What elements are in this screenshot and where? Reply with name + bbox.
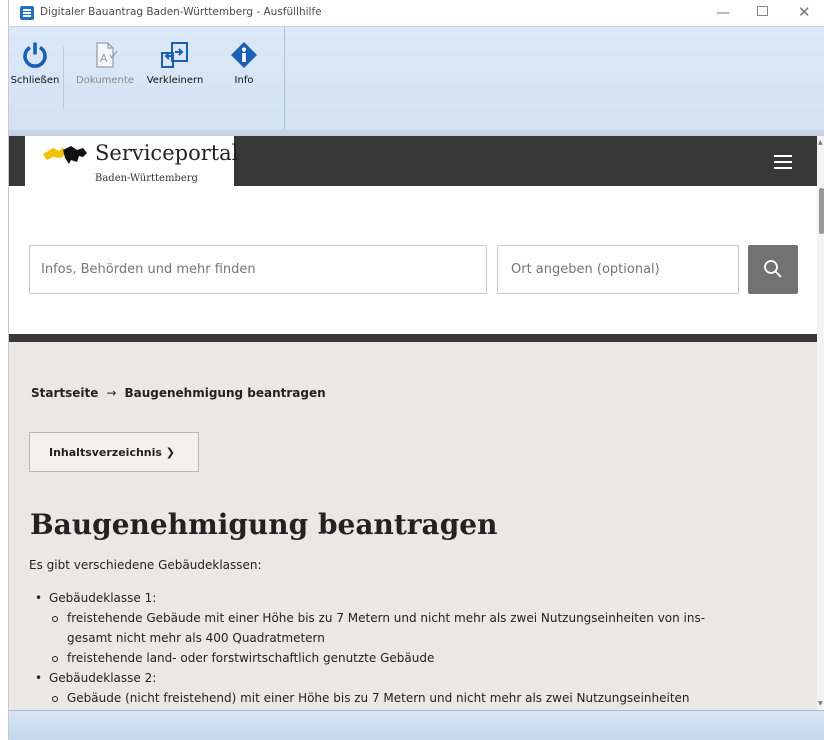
search-input[interactable] [29, 245, 487, 294]
close-button[interactable]: Schließen [11, 41, 59, 86]
page-title: Baugenehmigung beantragen [30, 508, 498, 541]
breadcrumb-current: Baugenehmigung beantragen [124, 386, 326, 400]
shrink-button-label: Verkleinern [146, 75, 204, 86]
document-check-icon: A [96, 42, 118, 68]
breadcrumb-home-link[interactable]: Startseite [31, 386, 98, 400]
info-icon [231, 42, 257, 68]
close-window-button[interactable]: ✕ [798, 3, 811, 21]
list-item: Gebäude (nicht freistehend) mit einer Hö… [29, 688, 809, 708]
list-item-text: freistehende Gebäude mit einer Höhe bis … [67, 611, 706, 625]
list-item-text: gesamt nicht mehr als 400 Quadratmetern [67, 631, 325, 645]
list-item: Gebäudeklasse 2: [29, 668, 809, 688]
table-of-contents-button[interactable]: Inhaltsverzeichnis ❯ [29, 432, 199, 472]
close-button-label: Schließen [10, 75, 60, 86]
documents-button-label: Dokumente [76, 75, 134, 86]
scroll-down-icon[interactable]: ▼ [818, 700, 823, 707]
toolbar-ribbon: Schließen A Dokumente Verkleinern Info [9, 26, 824, 131]
scrollbar-thumb[interactable] [819, 188, 824, 234]
toolbar-group: Schließen A Dokumente Verkleinern Info [9, 27, 285, 131]
web-content[interactable]: Serviceportal Baden-Württemberg Startsei… [9, 136, 817, 710]
toolbar-separator [63, 47, 64, 109]
svg-text:A: A [100, 52, 108, 65]
main-content: Startseite → Baugenehmigung beantragen Inh… [9, 342, 817, 710]
info-button[interactable]: Info [222, 41, 266, 86]
app-window: Digitaler Bauantrag Baden-Württemberg - … [8, 0, 824, 740]
scroll-up-icon[interactable]: ▲ [818, 139, 823, 146]
list-item: freistehende land- oder forstwirtschaftl… [29, 648, 809, 668]
breadcrumb: Startseite → Baugenehmigung beantragen [31, 386, 326, 400]
breadcrumb-arrow-icon: → [106, 386, 117, 400]
building-class-list: Gebäudeklasse 1: freistehende Gebäude mi… [29, 588, 809, 708]
lions-emblem-icon [43, 146, 87, 164]
title-bar[interactable]: Digitaler Bauantrag Baden-Württemberg - … [9, 0, 824, 26]
logo-title: Serviceportal [95, 141, 239, 165]
documents-button[interactable]: A Dokumente [67, 41, 143, 86]
maximize-button[interactable] [757, 6, 768, 16]
header-divider [9, 334, 817, 342]
minimize-button[interactable]: — [716, 5, 730, 21]
logo-subtitle: Baden-Württemberg [95, 173, 198, 184]
location-input[interactable] [497, 245, 739, 294]
site-header: Serviceportal Baden-Württemberg [9, 136, 817, 194]
vertical-scrollbar[interactable]: ▲ ▼ [817, 136, 824, 710]
power-icon [23, 42, 47, 68]
hamburger-menu-icon[interactable] [774, 155, 792, 169]
shrink-window-icon [161, 42, 188, 68]
search-area [9, 186, 817, 334]
window-title: Digitaler Bauantrag Baden-Württemberg - … [40, 6, 322, 18]
search-button[interactable] [748, 245, 798, 294]
intro-text: Es gibt verschiedene Gebäudeklassen: [29, 558, 262, 572]
list-item: freistehende Gebäude mit einer Höhe bis … [29, 608, 809, 648]
info-button-label: Info [234, 75, 254, 86]
app-icon [20, 6, 34, 20]
shrink-button[interactable]: Verkleinern [147, 41, 203, 86]
status-bar [9, 710, 824, 740]
search-icon [764, 260, 782, 278]
list-item: Gebäudeklasse 1: [29, 588, 809, 608]
